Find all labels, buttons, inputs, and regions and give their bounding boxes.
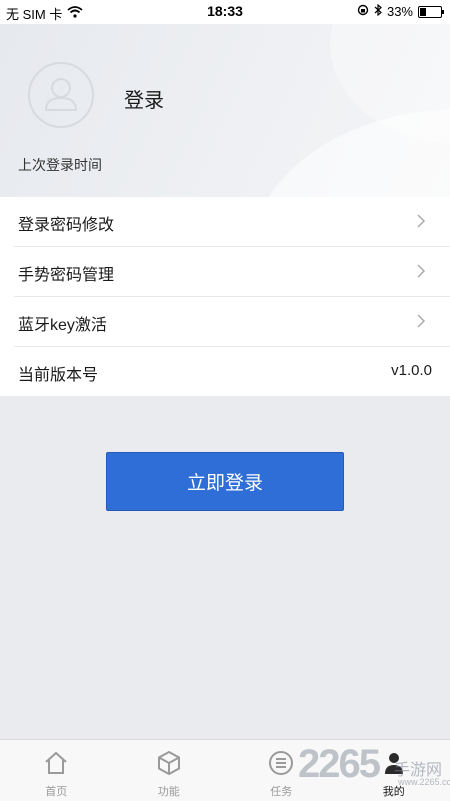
menu-item-label: 蓝牙key激活 (18, 311, 107, 335)
list-icon (268, 750, 294, 781)
chevron-right-icon (416, 263, 426, 284)
watermark-logo: 2265 手游网 www.2265.com (298, 742, 448, 798)
header-decoration (330, 24, 450, 144)
avatar[interactable] (28, 62, 94, 128)
battery-icon (418, 6, 442, 18)
login-title[interactable]: 登录 (124, 84, 164, 113)
home-icon (43, 750, 69, 781)
tab-home[interactable]: 首页 (0, 740, 113, 801)
orientation-lock-icon (357, 4, 369, 19)
settings-menu: 登录密码修改 手势密码管理 蓝牙key激活 当前版本号 v1.0.0 (0, 197, 450, 396)
tab-label: 首页 (0, 783, 113, 799)
menu-item-change-password[interactable]: 登录密码修改 (14, 197, 450, 247)
version-value: v1.0.0 (391, 362, 432, 379)
menu-item-gesture-password[interactable]: 手势密码管理 (14, 247, 450, 297)
battery-fill (420, 8, 426, 16)
tab-label: 功能 (113, 783, 226, 799)
menu-item-version: 当前版本号 v1.0.0 (14, 347, 450, 396)
menu-item-label: 登录密码修改 (18, 211, 114, 235)
menu-item-bluetooth-key[interactable]: 蓝牙key激活 (14, 297, 450, 347)
battery-percent: 33% (387, 4, 413, 19)
status-bar: 无 SIM 卡 18:33 33% (0, 0, 450, 24)
chevron-right-icon (416, 213, 426, 234)
watermark-url: www.2265.com (398, 777, 450, 787)
menu-item-label: 手势密码管理 (18, 261, 114, 285)
chevron-right-icon (416, 313, 426, 334)
watermark-digits: 2265 (298, 742, 379, 787)
tab-functions[interactable]: 功能 (113, 740, 226, 801)
status-right: 33% (357, 4, 442, 19)
user-avatar-icon (30, 64, 92, 126)
last-login-label: 上次登录时间 (18, 155, 102, 175)
menu-item-label: 当前版本号 (18, 361, 98, 385)
bluetooth-icon (374, 4, 382, 19)
login-button[interactable]: 立即登录 (106, 452, 344, 511)
cube-icon (156, 750, 182, 781)
profile-header[interactable]: 登录 上次登录时间 (0, 24, 450, 197)
